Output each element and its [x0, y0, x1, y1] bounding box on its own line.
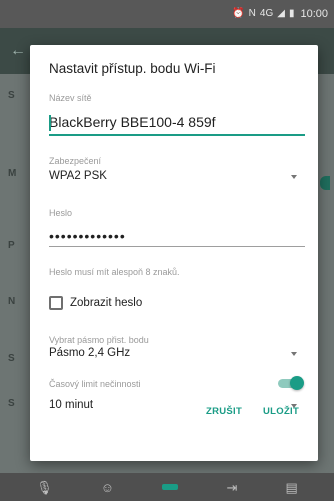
band-value: Pásmo 2,4 GHz	[49, 347, 131, 359]
timeout-toggle[interactable]	[278, 376, 304, 390]
network-type-label: 4G	[259, 8, 274, 19]
clipboard-icon[interactable]: ▤	[286, 481, 298, 494]
background-row-letter: P	[8, 240, 15, 251]
timeout-label: Časový limit nečinnosti	[49, 379, 141, 389]
password-hint: Heslo musí mít alespoň 8 znaků.	[49, 267, 180, 277]
back-arrow-icon: ←	[10, 42, 26, 59]
password-input[interactable]	[49, 225, 305, 247]
hotspot-setup-dialog: Nastavit přístup. bodu Wi-Fi Název sítě …	[30, 45, 318, 461]
keyboard-toolbar: 🎙︎ ☺ ⇥ ▤	[0, 473, 334, 501]
emoji-icon[interactable]: ☺	[101, 481, 114, 494]
background-row-letter: N	[8, 296, 16, 307]
show-password-checkbox[interactable]	[49, 296, 63, 310]
cancel-button[interactable]: ZRUŠIT	[206, 406, 242, 417]
security-value: WPA2 PSK	[49, 170, 107, 182]
nfc-icon: N	[248, 8, 256, 19]
keyboard-icon[interactable]	[162, 484, 179, 490]
status-bar: ⏰ N 4G ◢ ▮ 10:00	[0, 0, 334, 28]
background-row-letter: M	[8, 168, 17, 179]
battery-icon: ▮	[288, 8, 295, 19]
background-row-letter: S	[8, 398, 15, 409]
band-dropdown[interactable]: Pásmo 2,4 GHz	[49, 344, 305, 364]
signal-icon: ◢	[277, 8, 285, 19]
status-time: 10:00	[300, 8, 328, 20]
text-shortcut-icon[interactable]: ⇥	[226, 481, 237, 494]
show-password-option[interactable]: Zobrazit heslo	[49, 293, 142, 313]
microphone-icon[interactable]: 🎙︎	[36, 481, 53, 494]
show-password-label: Zobrazit heslo	[70, 297, 143, 309]
security-label: Zabezpečení	[49, 156, 102, 166]
background-row-letter: S	[8, 90, 15, 101]
security-dropdown[interactable]: WPA2 PSK	[49, 167, 305, 187]
password-label: Heslo	[49, 208, 73, 218]
dialog-title: Nastavit přístup. bodu Wi-Fi	[49, 61, 216, 76]
dropdown-arrow-icon	[291, 175, 297, 179]
dropdown-arrow-icon	[291, 352, 297, 356]
toggle-thumb	[290, 376, 304, 390]
timeout-value: 10 minut	[49, 399, 94, 411]
text-cursor	[49, 115, 51, 131]
network-name-label: Název sítě	[49, 93, 92, 103]
background-switch	[320, 176, 330, 190]
background-row-letter: S	[8, 353, 15, 364]
alarm-icon: ⏰	[232, 8, 245, 19]
network-name-input[interactable]	[49, 112, 305, 136]
save-button[interactable]: ULOŽIT	[263, 406, 299, 417]
